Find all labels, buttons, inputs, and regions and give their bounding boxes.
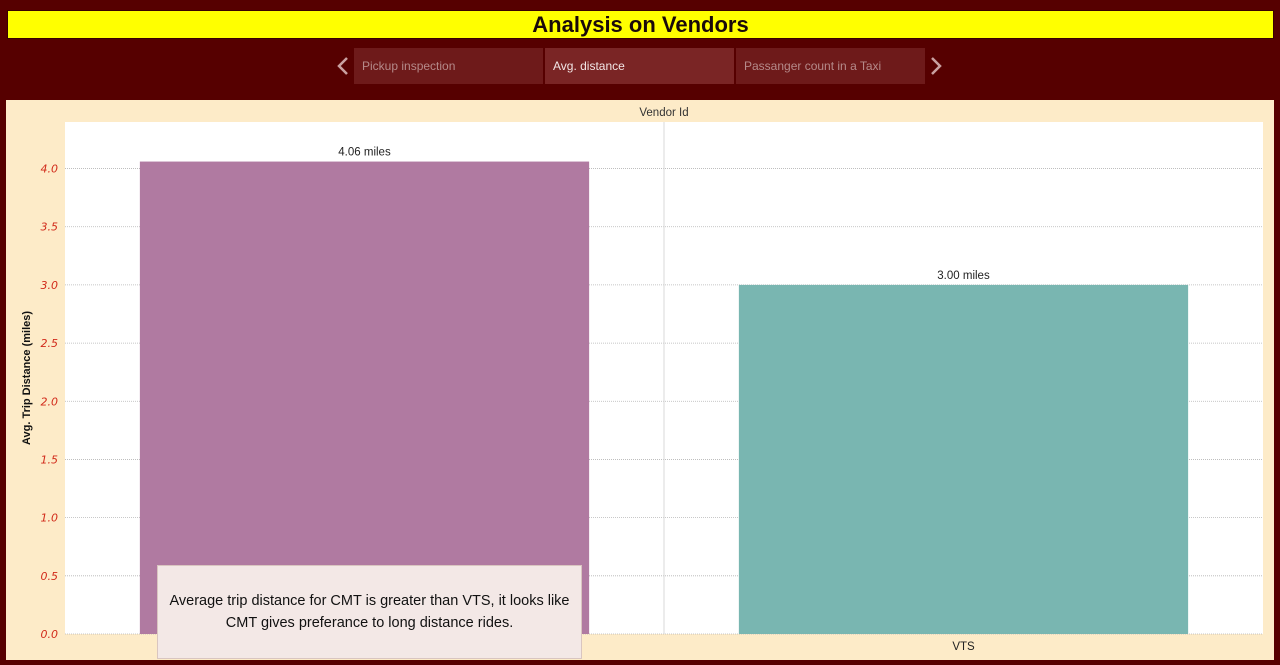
annotation-text: Average trip distance for CMT is greater… [169,593,570,631]
y-tick-label: 1.0 [41,512,59,525]
y-tick-label: 1.5 [41,453,59,466]
story-navigator: Pickup inspection Avg. distance Passange… [333,48,946,84]
data-label: 3.00 miles [937,270,990,282]
y-tick-label: 2.5 [41,337,59,350]
y-tick-label: 3.5 [41,221,59,234]
page-title: Analysis on Vendors [7,10,1274,39]
y-tick-label: 0.5 [41,570,59,583]
chevron-left-icon[interactable] [333,48,353,84]
chart-panel: Vendor Id 0.0 0.5 1.0 1.5 2.0 2.5 3.0 3.5 4.0 Avg.… [6,100,1274,660]
chart-title: Vendor Id [639,107,688,119]
x-tick-label: VTS [952,641,975,653]
chevron-right-icon[interactable] [926,48,946,84]
y-tick-label: 4.0 [41,163,59,176]
page-title-text: Analysis on Vendors [532,11,749,37]
tab-pickup-inspection[interactable]: Pickup inspection [354,48,543,84]
bar-cmt [139,161,590,634]
bar-vts [738,284,1189,634]
tab-passanger-count[interactable]: Passanger count in a Taxi [736,48,925,84]
y-tick-label: 0.0 [41,628,59,641]
chart-annotation: Average trip distance for CMT is greater… [157,565,582,659]
data-label: 4.06 miles [338,147,391,159]
tab-avg-distance[interactable]: Avg. distance [545,48,734,84]
y-tick-label: 2.0 [41,395,59,408]
y-axis-label: Avg. Trip Distance (miles) [21,311,33,445]
y-tick-label: 3.0 [41,279,59,292]
